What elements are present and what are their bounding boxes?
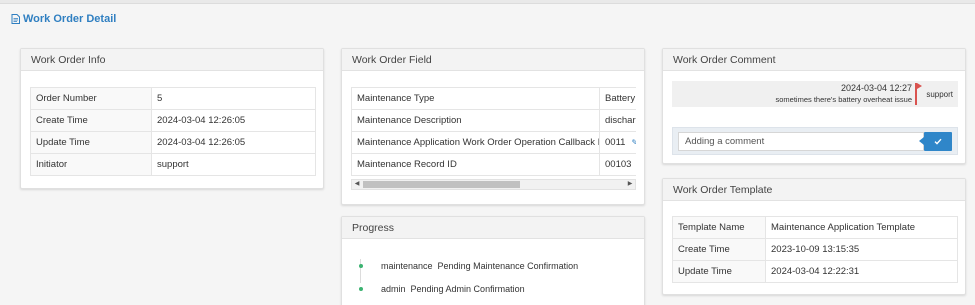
horizontal-scrollbar[interactable]: ◀ ▶ [351,179,636,190]
info-value: 2024-03-04 12:26:05 [151,109,316,132]
page-title: Work Order Detail [11,13,116,25]
table-row: Maintenance Type Battery [351,87,636,110]
work-order-field-title: Work Order Field [342,49,644,71]
field-value: discharg [599,109,636,132]
template-label: Create Time [672,238,766,261]
template-label: Update Time [672,260,766,283]
comment-meta: 2024-03-04 12:27 sometimes there's batte… [776,83,913,104]
progress-item: maintenance Pending Maintenance Confirma… [359,261,578,271]
table-row: Create Time 2024-03-04 12:26:05 [30,109,316,132]
top-strip [0,0,975,4]
table-row: Initiator support [30,153,316,176]
progress-title: Progress [342,217,644,239]
template-value: 2024-03-04 12:22:31 [765,260,958,283]
comment-input-bar [672,127,958,155]
info-value: 5 [151,87,316,110]
comment-text: sometimes there's battery overheat issue [775,95,913,104]
table-row: Create Time 2023-10-09 13:15:35 [672,238,958,261]
field-value: 0011 [605,137,626,148]
scrollbar-thumb[interactable] [363,181,520,188]
field-label: Maintenance Record ID [351,153,600,176]
table-row: Maintenance Description discharg [351,109,636,132]
table-row: Maintenance Application Work Order Opera… [351,131,636,154]
table-row: Maintenance Record ID 00103 [351,153,636,176]
comment-user: support [926,90,953,99]
progress-item: admin Pending Admin Confirmation [359,284,525,294]
work-order-field-table: Maintenance Type Battery Maintenance Des… [351,87,636,176]
pencil-icon[interactable]: ✎ [631,138,636,147]
progress-status: Pending Maintenance Confirmation [437,261,579,271]
info-value: 2024-03-04 12:26:05 [151,131,316,154]
comment-entry: 2024-03-04 12:27 sometimes there's batte… [672,81,958,107]
work-order-info-table: Order Number 5 Create Time 2024-03-04 12… [30,87,316,176]
table-row: Update Time 2024-03-04 12:26:05 [30,131,316,154]
work-order-info-title: Work Order Info [21,49,323,71]
template-value: Maintenance Application Template [765,216,958,239]
info-label: Order Number [30,87,152,110]
field-value: 00103 [599,153,636,176]
field-value: Battery [599,87,636,110]
work-order-comment-title: Work Order Comment [663,49,965,71]
table-row: Update Time 2024-03-04 12:22:31 [672,260,958,283]
progress-user: maintenance [381,261,433,271]
work-order-field-panel: Work Order Field Maintenance Type Batter… [341,48,645,205]
table-row: Template Name Maintenance Application Te… [672,216,958,239]
work-order-template-table: Template Name Maintenance Application Te… [672,216,958,283]
progress-status: Pending Admin Confirmation [410,284,525,294]
work-order-field-scroll-area[interactable]: Maintenance Type Battery Maintenance Des… [351,87,636,201]
template-value: 2023-10-09 13:15:35 [765,238,958,261]
info-label: Initiator [30,153,152,176]
comment-input[interactable] [678,132,924,151]
check-icon [934,138,942,145]
work-order-template-panel: Work Order Template Template Name Mainte… [662,178,966,295]
info-value: support [151,153,316,176]
scroll-left-arrow-icon[interactable]: ◀ [352,180,362,189]
field-label: Maintenance Type [351,87,600,110]
flag-icon [915,83,922,105]
scroll-right-arrow-icon[interactable]: ▶ [625,180,635,189]
info-label: Create Time [30,109,152,132]
field-label: Maintenance Application Work Order Opera… [351,131,600,154]
progress-dot-icon [359,264,363,268]
work-order-comment-panel: Work Order Comment 2024-03-04 12:27 some… [662,48,966,164]
work-order-info-panel: Work Order Info Order Number 5 Create Ti… [20,48,324,189]
progress-dot-icon [359,287,363,291]
table-row: Order Number 5 [30,87,316,110]
info-label: Update Time [30,131,152,154]
field-value-cell: 0011 ✎ [599,131,636,154]
work-order-template-title: Work Order Template [663,179,965,201]
comment-time: 2024-03-04 12:27 [840,83,912,93]
progress-user: admin [381,284,406,294]
page-title-text: Work Order Detail [23,13,117,25]
progress-panel: Progress maintenance Pending Maintenance… [341,216,645,305]
submit-comment-button[interactable] [919,132,952,151]
field-label: Maintenance Description [351,109,600,132]
document-icon [11,14,20,24]
template-label: Template Name [672,216,766,239]
